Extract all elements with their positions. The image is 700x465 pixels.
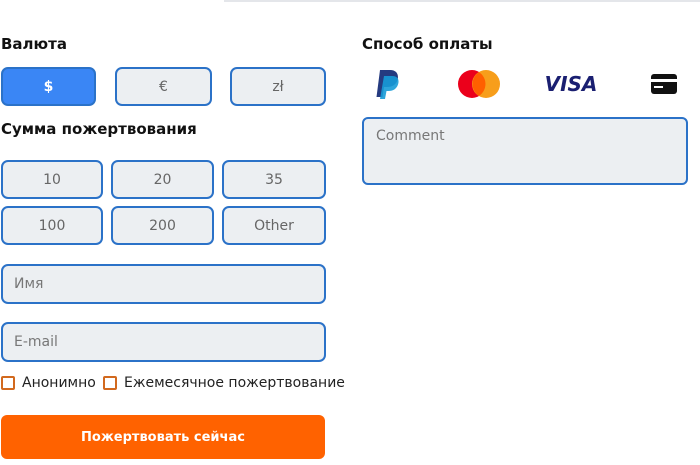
email-field[interactable]: E-mail [1,322,326,362]
mastercard-icon[interactable] [455,68,503,100]
monthly-label: Ежемесячное пожертвование [124,375,345,391]
comment-textarea[interactable]: Comment [362,117,688,185]
amount-100-button[interactable]: 100 [1,206,103,245]
currency-heading: Валюта [1,35,67,53]
name-field[interactable]: Имя [1,264,326,304]
currency-pln-button[interactable]: zł [230,67,326,106]
donate-now-button[interactable]: Пожертвовать сейчас [1,415,325,459]
amount-10-button[interactable]: 10 [1,160,103,199]
monthly-checkbox[interactable] [103,376,117,390]
amount-other-button[interactable]: Other [222,206,326,245]
amount-20-button[interactable]: 20 [111,160,214,199]
amount-heading: Сумма пожертвования [1,120,197,138]
payment-heading: Способ оплаты [362,35,493,53]
card-icon[interactable] [648,70,680,98]
visa-icon[interactable]: VISA [544,70,598,98]
visa-text: VISA [544,72,598,96]
amount-200-button[interactable]: 200 [111,206,214,245]
anonymous-checkbox[interactable] [1,376,15,390]
currency-eur-button[interactable]: € [115,67,212,106]
top-divider [224,0,700,2]
paypal-icon[interactable] [372,68,404,100]
amount-35-button[interactable]: 35 [222,160,326,199]
anonymous-label: Анонимно [22,375,96,391]
currency-usd-button[interactable]: $ [1,67,96,106]
